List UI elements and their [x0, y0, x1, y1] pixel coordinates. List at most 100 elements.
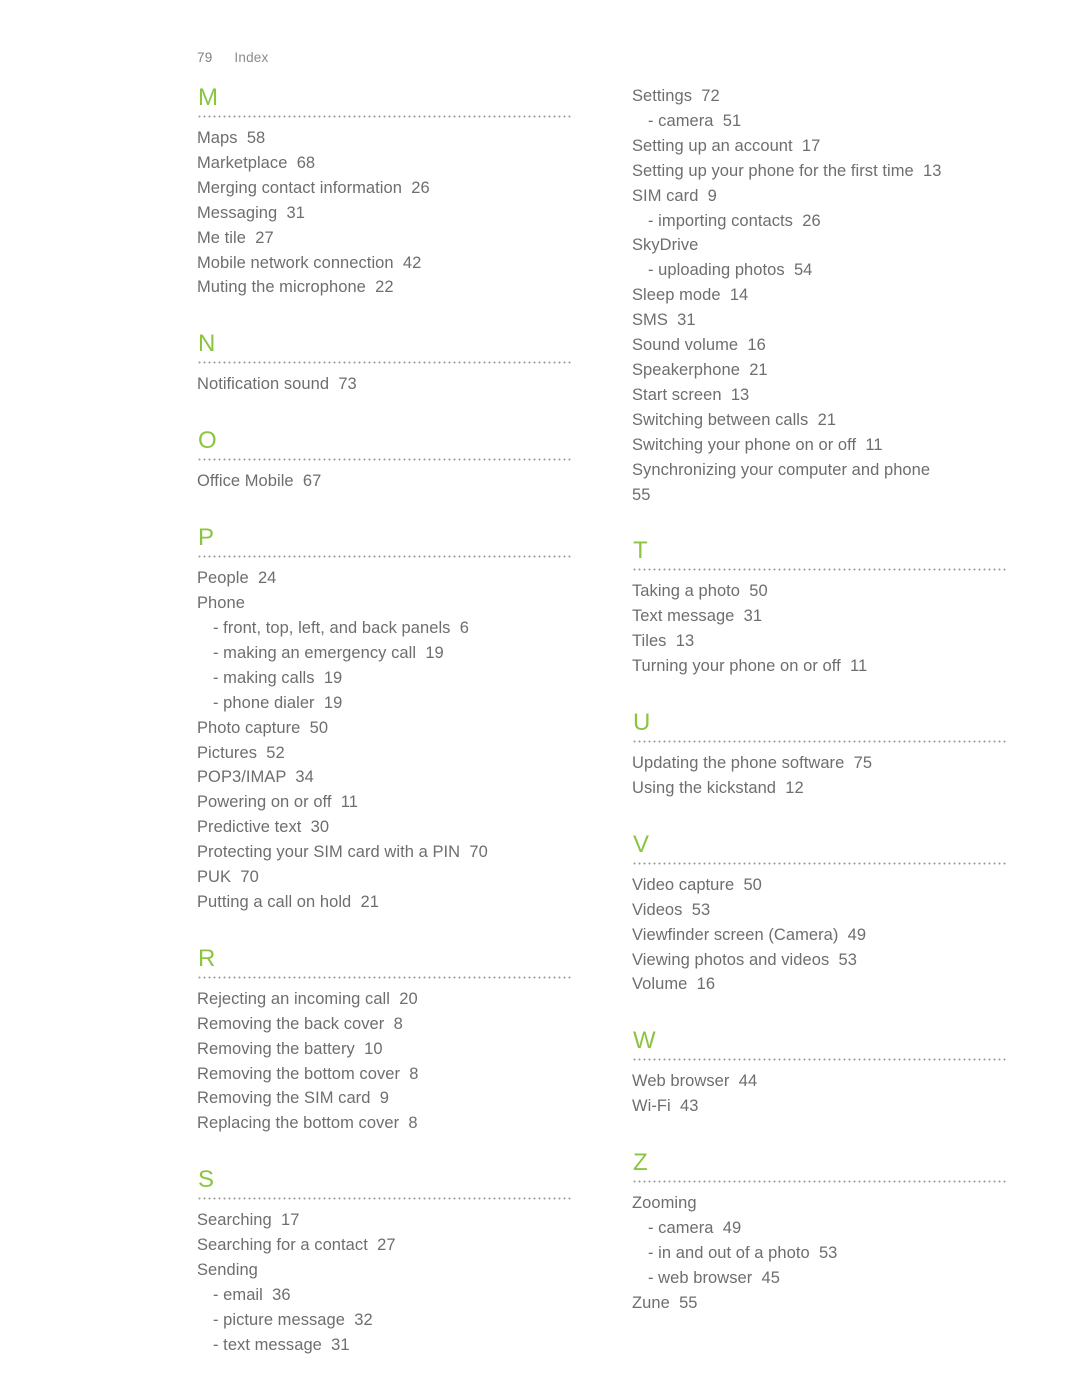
index-subentry: - web browser 45 [648, 1268, 780, 1287]
index-subentry: - in and out of a photo 53 [648, 1244, 838, 1262]
section-letter: V [633, 830, 650, 858]
index-entry: Speakerphone 21 [632, 360, 768, 379]
index-entry-list: Rejecting an incoming call 20 Removing th… [197, 987, 573, 1136]
index-entry: Searching for a contact 27 [197, 1236, 396, 1255]
section-letter: M [198, 84, 219, 111]
index-entry-list: Searching 17 Searching for a contact 27 Se… [197, 1208, 573, 1357]
section-letter: S [198, 1166, 215, 1194]
index-entry: SIM card 9 [632, 186, 717, 205]
section-divider [632, 861, 1008, 865]
index-entry-list: Office Mobile 67 [197, 469, 573, 494]
index-entry: Phone [197, 594, 245, 613]
index-entry: Switching your phone on or off 11 [632, 435, 883, 454]
index-entry: Using the kickstand 12 [632, 778, 804, 797]
index-section: W Web browser 44 Wi-Fi 43 [632, 1027, 1008, 1119]
index-entry: Notification sound 73 [197, 375, 357, 394]
index-entry: Viewfinder screen (Camera) 49 [632, 925, 867, 944]
index-entry: Web browser 44 [632, 1072, 758, 1091]
index-section: N Notification sound 73 [197, 330, 573, 397]
index-section: P People 24 Phone - front, top, left, and b… [197, 524, 573, 915]
index-section: Settings 72 - camera 51 Setting up an acco… [632, 84, 1008, 507]
index-subentry: - making calls 19 [213, 668, 343, 687]
section-letter: W [633, 1027, 657, 1055]
index-entry: Maps 58 [197, 129, 266, 147]
index-subentry: - email 36 [213, 1286, 291, 1304]
index-entry-list: Updating the phone software 75 Using the … [632, 751, 1008, 801]
index-entry: Predictive text 30 [197, 818, 330, 837]
index-entry: Removing the bottom cover 8 [197, 1064, 419, 1083]
section-divider [197, 975, 573, 979]
index-entry-list: Settings 72 - camera 51 Setting up an acco… [632, 84, 1008, 507]
index-section: S Searching 17 Searching for a contact 27 S… [197, 1166, 573, 1357]
section-divider [197, 555, 573, 559]
index-entry: Setting up your phone for the first time… [632, 161, 942, 180]
section-divider [197, 1197, 573, 1201]
index-entry: Synchronizing your computer and phone [632, 460, 931, 479]
header-section-name: Index [234, 50, 269, 65]
index-entry: Zooming [632, 1194, 697, 1213]
index-entry: Sound volume 16 [632, 336, 766, 355]
section-letter: T [633, 537, 649, 565]
index-entry: Me tile 27 [197, 228, 274, 247]
index-subentry: - camera 49 [648, 1219, 742, 1238]
index-entry: People 24 [197, 569, 277, 588]
index-entry: Video capture 50 [632, 875, 762, 894]
index-section: Z Zooming - camera 49 - in and out of a pho… [632, 1149, 1008, 1316]
index-columns: M Maps 58 Marketplace 68 Merging contact in… [0, 84, 1080, 1358]
index-entry: Setting up an account 17 [632, 136, 821, 155]
running-header: 79 Index [197, 50, 268, 65]
index-entry: Wi-Fi 43 [632, 1097, 699, 1116]
right-column: Settings 72 - camera 51 Setting up an acco… [632, 84, 1008, 1358]
index-entry: Zune 55 [632, 1293, 698, 1312]
index-entry: Putting a call on hold 21 [197, 892, 380, 911]
index-section: U Updating the phone software 75 Using the… [632, 709, 1008, 801]
index-entry: Mobile network connection 42 [197, 253, 422, 272]
index-subentry: - importing contacts 26 [648, 211, 821, 230]
section-letter: O [198, 427, 218, 455]
index-subentry: - phone dialer 19 [213, 693, 343, 712]
index-entry: Updating the phone software 75 [632, 754, 873, 773]
index-entry: SMS 31 [632, 311, 696, 330]
index-section: V Video capture 50 Videos 53 Viewfinder scr… [632, 831, 1008, 998]
index-entry-list: Video capture 50 Videos 53 Viewfinder scre… [632, 873, 1008, 998]
section-divider [632, 1180, 1008, 1184]
section-letter: R [198, 944, 216, 972]
index-entry: Tiles 13 [632, 632, 695, 651]
index-entry: Turning your phone on or off 11 [632, 657, 868, 676]
index-entry: PUK 70 [197, 868, 259, 887]
section-letter: P [198, 524, 215, 552]
index-section: R Rejecting an incoming call 20 Removing t… [197, 945, 573, 1136]
index-entry: Start screen 13 [632, 385, 750, 404]
index-subentry: - camera 51 [648, 111, 742, 130]
index-entry: Rejecting an incoming call 20 [197, 989, 418, 1008]
section-letter: Z [633, 1149, 649, 1177]
index-entry: Sending [197, 1261, 258, 1280]
index-entry: Switching between calls 21 [632, 410, 837, 429]
index-entry: Removing the SIM card 9 [197, 1089, 389, 1108]
index-entry: Viewing photos and videos 53 [632, 950, 857, 969]
index-entry: Photo capture 50 [197, 718, 329, 737]
index-entry: Replacing the bottom cover 8 [197, 1114, 418, 1133]
index-entry-list: Notification sound 73 [197, 372, 573, 397]
section-divider [197, 361, 573, 365]
index-entry: Text message 31 [632, 607, 763, 626]
index-entry-list: Taking a photo 50 Text message 31 Tiles 13… [632, 579, 1008, 679]
index-entry: SkyDrive [632, 236, 699, 255]
index-entry-list: Zooming - camera 49 - in and out of a phot… [632, 1191, 1008, 1316]
section-letter: U [633, 709, 651, 737]
index-entry: Searching 17 [197, 1211, 300, 1230]
index-entry-list: Maps 58 Marketplace 68 Merging contact inf… [197, 126, 573, 300]
index-entry: 55 [632, 485, 651, 504]
index-entry: Videos 53 [632, 900, 711, 919]
index-section: T Taking a photo 50 Text message 31 Tiles 1… [632, 537, 1008, 679]
section-divider [197, 115, 573, 118]
index-section: M Maps 58 Marketplace 68 Merging contact in… [197, 84, 573, 300]
index-entry: Messaging 31 [197, 203, 305, 222]
section-divider [632, 740, 1008, 744]
index-entry: Powering on or off 11 [197, 793, 359, 812]
section-letter: N [198, 330, 216, 358]
index-entry-list: Web browser 44 Wi-Fi 43 [632, 1069, 1008, 1119]
index-entry: Office Mobile 67 [197, 472, 322, 491]
index-section: O Office Mobile 67 [197, 427, 573, 494]
index-entry-list: People 24 Phone - front, top, left, and ba… [197, 566, 573, 915]
